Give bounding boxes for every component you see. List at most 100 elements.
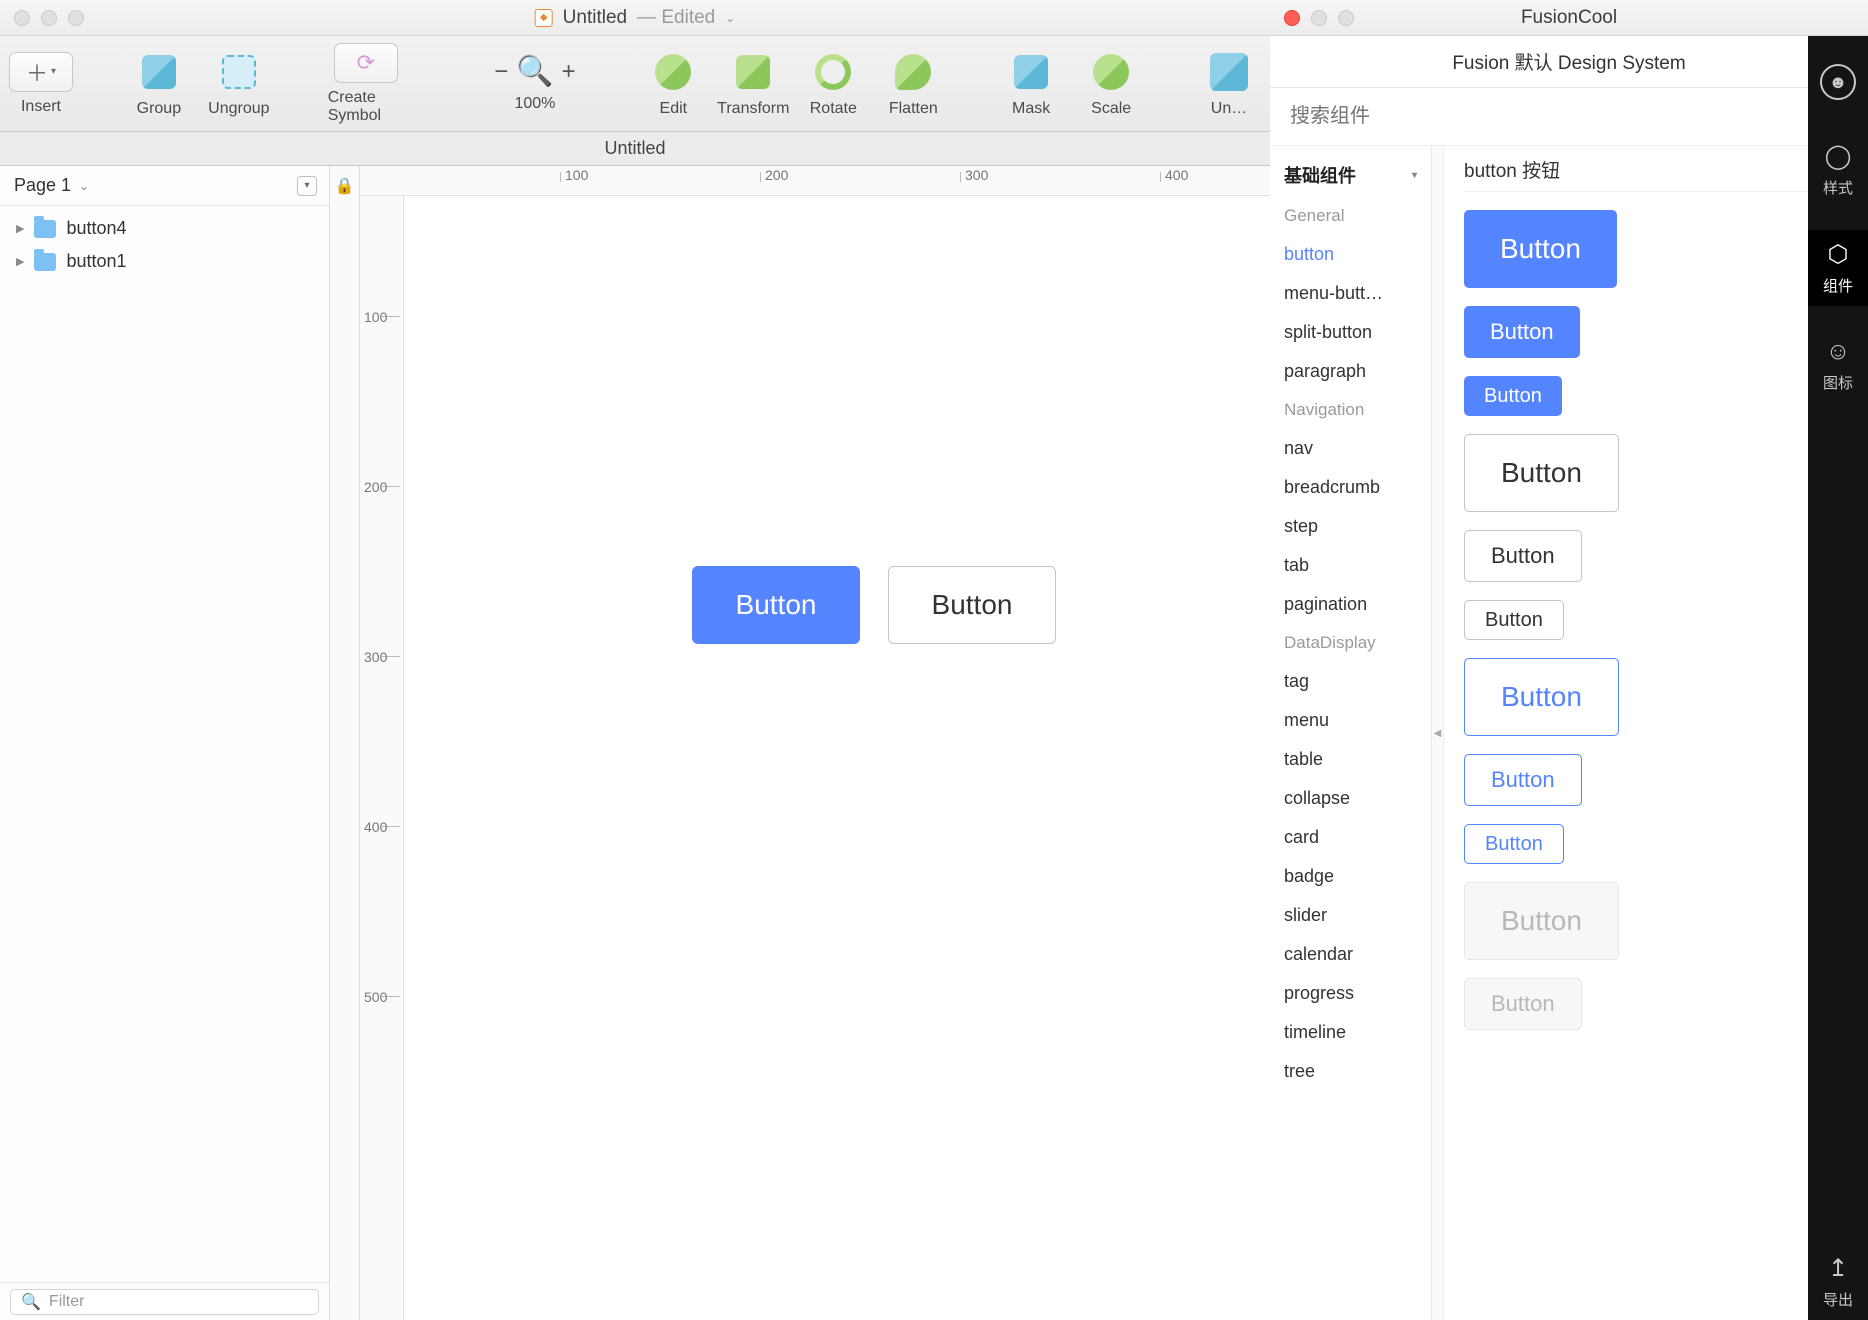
canvas-area: 100200300400 100200300400500 Button Butt… bbox=[360, 166, 1270, 1320]
category-item-paragraph[interactable]: paragraph bbox=[1270, 353, 1431, 390]
insert-tool[interactable]: ＋▾ Insert bbox=[12, 52, 70, 116]
category-item-tree[interactable]: tree bbox=[1270, 1053, 1431, 1090]
category-item-collapse[interactable]: collapse bbox=[1270, 780, 1431, 817]
category-item-pagination[interactable]: pagination bbox=[1270, 586, 1431, 623]
window-title[interactable]: ◆ Untitled — Edited ⌄ bbox=[535, 7, 736, 29]
edit-tool[interactable]: Edit bbox=[644, 50, 702, 118]
preview-button[interactable]: Button bbox=[1464, 882, 1619, 960]
category-item-table[interactable]: table bbox=[1270, 741, 1431, 778]
search-input[interactable] bbox=[1290, 105, 1823, 128]
dropdown-icon[interactable]: ▾ bbox=[297, 176, 317, 196]
canvas-button-secondary[interactable]: Button bbox=[888, 566, 1056, 644]
group-label: Group bbox=[137, 100, 181, 118]
category-item-button[interactable]: button bbox=[1270, 236, 1431, 273]
disclosure-icon: ▶ bbox=[16, 222, 24, 235]
doc-title: Untitled bbox=[563, 7, 627, 29]
union-label: Un… bbox=[1211, 100, 1247, 118]
vtab-component[interactable]: ⬡ 组件 bbox=[1808, 230, 1868, 306]
preview-button[interactable]: Button bbox=[1464, 824, 1564, 864]
component-search[interactable]: 🔍 bbox=[1270, 88, 1868, 146]
export-icon: ↥ bbox=[1828, 1254, 1848, 1283]
group-icon bbox=[137, 50, 181, 94]
preview-button[interactable]: Button bbox=[1464, 306, 1580, 358]
rotate-icon bbox=[811, 50, 855, 94]
mask-tool[interactable]: Mask bbox=[1002, 50, 1060, 118]
layer-item[interactable]: ▶button4 bbox=[0, 212, 329, 245]
collapse-handle[interactable]: ◀ bbox=[1432, 146, 1444, 1320]
preview-button[interactable]: Button bbox=[1464, 376, 1562, 416]
scale-label: Scale bbox=[1091, 100, 1131, 118]
layers-sidebar: Page 1 ⌄ ▾ ▶button4▶button1 🔍 Filter bbox=[0, 166, 330, 1320]
horizontal-ruler: 100200300400 bbox=[360, 166, 1270, 196]
preview-button[interactable]: Button bbox=[1464, 434, 1619, 512]
folder-icon bbox=[34, 253, 56, 271]
vtab-style[interactable]: ◯ 样式 bbox=[1808, 132, 1868, 208]
preview-button[interactable]: Button bbox=[1464, 210, 1617, 288]
category-header[interactable]: 基础组件 ▾ bbox=[1270, 154, 1431, 196]
page-selector[interactable]: Page 1 ⌄ ▾ bbox=[0, 166, 329, 206]
category-item-slider[interactable]: slider bbox=[1270, 897, 1431, 934]
sketch-titlebar: ◆ Untitled — Edited ⌄ bbox=[0, 0, 1270, 36]
lock-icon[interactable]: 🔒 bbox=[335, 166, 355, 206]
layer-item[interactable]: ▶button1 bbox=[0, 245, 329, 278]
doc-icon: ◆ bbox=[535, 9, 553, 27]
transform-tool[interactable]: Transform bbox=[724, 50, 782, 118]
rotate-label: Rotate bbox=[810, 100, 857, 118]
component-category-list: 基础组件 ▾ Generalbuttonmenu-butt…split-butt… bbox=[1270, 146, 1432, 1320]
preview-button[interactable]: Button bbox=[1464, 530, 1582, 582]
preview-button[interactable]: Button bbox=[1464, 978, 1582, 1030]
vtab-export[interactable]: ↥ 导出 bbox=[1808, 1244, 1868, 1320]
symbol-icon: ⟳ bbox=[334, 43, 398, 83]
doc-tab[interactable]: Untitled bbox=[0, 132, 1270, 166]
ungroup-tool[interactable]: Ungroup bbox=[210, 50, 268, 118]
category-item-timeline[interactable]: timeline bbox=[1270, 1014, 1431, 1051]
caret-down-icon: ▾ bbox=[1412, 170, 1417, 181]
zoom-in-icon[interactable]: + bbox=[562, 58, 576, 86]
union-tool[interactable]: Un… bbox=[1200, 50, 1258, 118]
zoom-tool[interactable]: − 🔍 + 100% bbox=[506, 54, 565, 113]
magnifier-icon: 🔍 bbox=[516, 54, 553, 89]
category-item-menubutt[interactable]: menu-butt… bbox=[1270, 275, 1431, 312]
category-item-calendar[interactable]: calendar bbox=[1270, 936, 1431, 973]
traffic-lights bbox=[0, 10, 84, 26]
zoom-label: 100% bbox=[514, 95, 555, 113]
category-item-breadcrumb[interactable]: breadcrumb bbox=[1270, 469, 1431, 506]
canvas-button-primary[interactable]: Button bbox=[692, 566, 860, 644]
design-system-name[interactable]: Fusion 默认 Design System bbox=[1270, 36, 1868, 88]
category-item-tab[interactable]: tab bbox=[1270, 547, 1431, 584]
zoom-out-icon[interactable]: − bbox=[494, 58, 508, 86]
group-tool[interactable]: Group bbox=[130, 50, 188, 118]
flatten-tool[interactable]: Flatten bbox=[884, 50, 942, 118]
preview-button[interactable]: Button bbox=[1464, 600, 1564, 640]
folder-icon bbox=[34, 220, 56, 238]
disclosure-icon: ▶ bbox=[16, 255, 24, 268]
category-item-nav[interactable]: nav bbox=[1270, 430, 1431, 467]
maximize-dot[interactable] bbox=[68, 10, 84, 26]
category-item-progress[interactable]: progress bbox=[1270, 975, 1431, 1012]
close-dot[interactable] bbox=[14, 10, 30, 26]
preview-button[interactable]: Button bbox=[1464, 754, 1582, 806]
cube-icon: ⬡ bbox=[1828, 240, 1849, 269]
rotate-tool[interactable]: Rotate bbox=[804, 50, 862, 118]
vtab-logo[interactable]: ☻ bbox=[1808, 54, 1868, 110]
close-dot[interactable] bbox=[1284, 10, 1300, 26]
smile-icon: ☺ bbox=[1826, 338, 1851, 366]
minimize-dot[interactable] bbox=[1311, 10, 1327, 26]
filter-input[interactable]: 🔍 Filter bbox=[10, 1289, 319, 1315]
create-symbol-tool[interactable]: ⟳ Create Symbol bbox=[328, 43, 404, 125]
transform-icon bbox=[731, 50, 775, 94]
category-item-card[interactable]: card bbox=[1270, 819, 1431, 856]
preview-title: button 按钮 bbox=[1464, 156, 1848, 192]
maximize-dot[interactable] bbox=[1338, 10, 1354, 26]
scale-tool[interactable]: Scale bbox=[1082, 50, 1140, 118]
minimize-dot[interactable] bbox=[41, 10, 57, 26]
canvas[interactable]: Button Button bbox=[404, 196, 1270, 1320]
preview-button[interactable]: Button bbox=[1464, 658, 1619, 736]
insert-label: Insert bbox=[21, 98, 61, 116]
category-item-splitbutton[interactable]: split-button bbox=[1270, 314, 1431, 351]
vtab-icon[interactable]: ☺ 图标 bbox=[1808, 328, 1868, 403]
category-item-step[interactable]: step bbox=[1270, 508, 1431, 545]
category-item-menu[interactable]: menu bbox=[1270, 702, 1431, 739]
category-item-badge[interactable]: badge bbox=[1270, 858, 1431, 895]
category-item-tag[interactable]: tag bbox=[1270, 663, 1431, 700]
